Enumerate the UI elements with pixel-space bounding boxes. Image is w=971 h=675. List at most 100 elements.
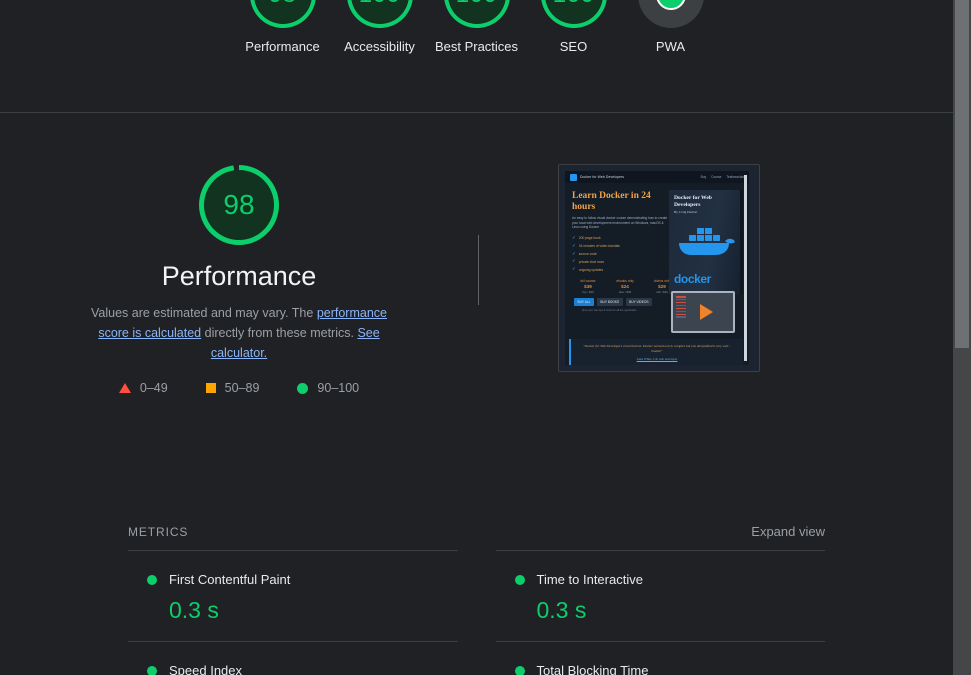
thumbnail-brand: Docker for Web Developers [580,175,625,179]
gauge-icon: 98 [249,0,316,28]
gauge-label: Best Practices [434,39,519,54]
laptop-side-bars [676,296,686,318]
legend-item-average: 50–89 [205,381,260,395]
metric-label: Speed Index [169,663,243,675]
gauge-label: SEO [559,39,588,54]
gauge-icon: 100 [443,0,510,28]
performance-score-value: 98 [223,189,255,220]
circle-marker-icon [297,382,309,394]
section-vertical-divider [478,235,479,305]
category-score-strip: 98 Performance 100 Accessibility [0,0,953,113]
book-author: By Craig Dunbar [674,210,698,215]
scrollbar-thumb[interactable] [955,0,969,348]
final-screenshot-thumbnail[interactable]: Docker for Web Developers Buy Course Tes… [558,164,760,372]
metrics-heading: METRICS [128,525,189,539]
metrics-header: METRICS Expand view [128,524,825,550]
expand-view-toggle[interactable]: Expand view [751,524,825,539]
pricing-value: $39 [584,283,592,289]
thumbnail-feature-text: source code [578,251,597,256]
metric-speed-index[interactable]: Speed Index 0.3 s [128,641,458,675]
page-title: Performance [161,261,317,291]
gauge-icon: 100 [346,0,413,28]
performance-summary-left: 98 Performance Values are estimated and … [0,114,478,395]
gauge-score-value: 100 [359,0,401,7]
thumbnail-nav-links: Buy Course Testimonials [701,175,744,179]
triangle-marker-icon [118,383,131,393]
thumbnail-video-laptop [671,291,735,333]
check-icon: ✓ [572,242,576,248]
docker-whale-icon [679,228,735,255]
metric-first-contentful-paint[interactable]: First Contentful Paint 0.3 s [128,550,458,641]
check-icon: ✓ [572,266,576,272]
book-title: Docker for Web Developers [674,195,712,208]
gauge-label: Performance [245,39,320,54]
metric-name-row: Speed Index [147,663,458,675]
score-gauge-pwa[interactable]: PWA [622,0,719,57]
thumbnail-testimonial: "Docker for Web Developers converted me.… [569,339,743,365]
thumbnail-hero: Learn Docker in 24 hours An easy to foll… [565,183,749,365]
thumbnail-feature-text: ongoing updates [578,267,604,272]
lighthouse-report-page: 98 Performance 100 Accessibility [0,0,971,675]
metric-total-blocking-time[interactable]: Total Blocking Time 0 ms [495,641,826,675]
check-icon: ✓ [572,234,576,240]
laptop-screen [673,293,733,331]
thumbnail-buy-books-button: BUY BOOKS [596,297,623,307]
gauge-score-value: 98 [269,0,297,7]
legend-range-label: 90–100 [317,381,360,395]
metric-name-row: Time to Interactive [514,572,826,588]
square-marker-icon [205,383,216,393]
circle-marker-icon [147,575,157,585]
thumbnail-nav-link: Testimonials [726,175,744,179]
pricing-option: full course $39 buy / $49 [574,279,602,294]
score-gauge-performance[interactable]: 98 Performance [234,0,331,57]
check-circle-icon [655,0,686,10]
metric-value: 0.3 s [169,597,219,623]
thumbnail-content: Docker for Web Developers Buy Course Tes… [565,171,749,365]
gauge-label: PWA [655,39,686,54]
legend-item-fail: 0–49 [118,381,168,395]
metric-label: First Contentful Paint [169,572,291,587]
score-legend: 0–49 50–89 90–100 [118,381,359,395]
thumbnail-book-cover: Docker for Web Developers By Craig Dunba… [669,190,743,294]
score-gauge-seo[interactable]: 100 SEO [525,0,622,57]
thumbnail-feature-text: 200 page book [578,236,601,241]
metric-time-to-interactive[interactable]: Time to Interactive 0.3 s [495,550,826,641]
legend-item-pass: 90–100 [297,381,359,395]
testimonial-author: Luke White, UK web developer [636,357,678,361]
performance-summary: 98 Performance Values are estimated and … [0,114,953,410]
thumbnail-feature-text: private chat room [578,259,605,264]
thumbnail-buy-videos-button: BUY VIDEOS [625,297,653,307]
gauge-score-value: 100 [553,0,595,7]
report-viewport: 98 Performance 100 Accessibility [0,0,953,675]
performance-summary-right: Docker for Web Developers Buy Course Tes… [500,114,953,372]
thumbnail-buy-all-button: BUY ALL [574,297,594,307]
page-scrollbar[interactable] [953,0,971,675]
thumbnail-feature-text: 34 minutes of video tutorials [578,243,620,248]
docker-wordmark: docker [674,272,711,286]
check-icon: ✓ [572,258,576,264]
pricing-label: ebooks only [616,278,634,283]
metrics-column-left: First Contentful Paint 0.3 s Speed Index… [128,550,458,675]
metric-name-row: Total Blocking Time [514,663,826,675]
legend-range-label: 50–89 [224,381,260,395]
metrics-column-right: Time to Interactive 0.3 s Total Blocking… [495,550,826,675]
gauge-icon: 100 [540,0,607,28]
pricing-sub: also / $49 [618,289,632,294]
metrics-grid: First Contentful Paint 0.3 s Speed Index… [128,550,825,675]
performance-category-section: 98 Performance Values are estimated and … [0,114,953,675]
score-gauges-row: 98 Performance 100 Accessibility [0,0,953,57]
thumbnail-scrollbar [744,175,747,361]
performance-description: Values are estimated and may vary. The p… [79,303,399,363]
pwa-badge [637,0,704,28]
thumbnail-navbar: Docker for Web Developers Buy Course Tes… [565,171,749,183]
play-icon [699,304,713,320]
score-gauge-best-practices[interactable]: 100 Best Practices [428,0,525,57]
metrics-section: METRICS Expand view First Contentful Pai… [0,524,953,675]
score-gauge-accessibility[interactable]: 100 Accessibility [331,0,428,57]
metric-value: 0.3 s [536,597,587,623]
metric-name-row: First Contentful Paint [147,572,458,588]
check-icon: ✓ [572,250,576,256]
gauge-label: Accessibility [344,39,415,54]
thumbnail-nav-link: Course [711,175,722,179]
thumbnail-subhead: An easy to follow visual docker course d… [572,216,668,230]
